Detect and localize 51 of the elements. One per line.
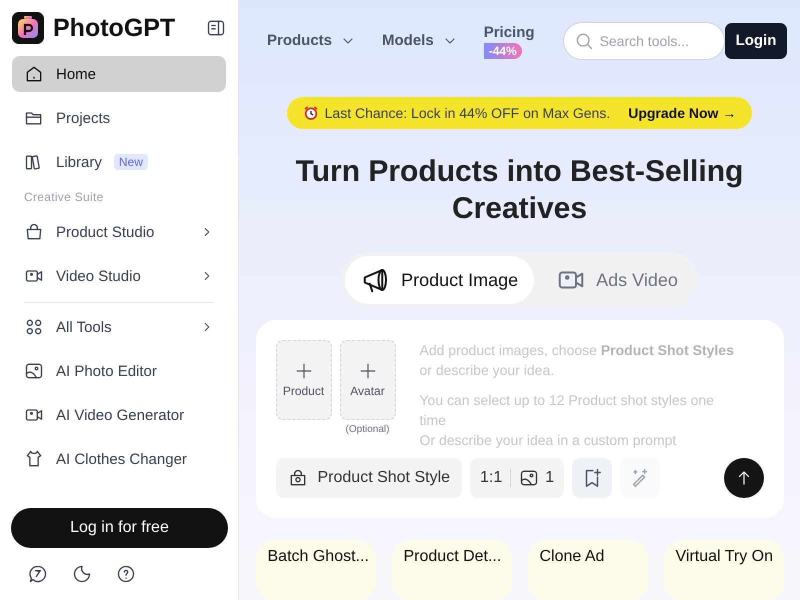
- hero-title: Turn Products into Best-Selling Creatives: [294, 154, 744, 228]
- section-title: Creative Suite: [23, 189, 105, 206]
- brand-name: PhotoGPT: [53, 14, 176, 42]
- sidebar-toggle-icon[interactable]: [206, 18, 226, 38]
- moon-icon[interactable]: [72, 564, 92, 584]
- grid-icon: [24, 317, 44, 337]
- feature-card[interactable]: Batch Ghost...: [256, 540, 376, 600]
- sidebar-item[interactable]: AI Photo Editor: [12, 353, 226, 389]
- nav-menu[interactable]: Products: [267, 32, 356, 50]
- sidebar-item[interactable]: Video Studio: [12, 258, 226, 294]
- upgrade-link[interactable]: Upgrade Now →: [628, 105, 736, 122]
- placeholder-text: You can select up to 12 Product shot styles one time: [420, 391, 715, 430]
- photo-icon: [519, 468, 540, 488]
- feature-card[interactable]: Virtual Try On: [664, 540, 784, 600]
- tool-button[interactable]: [572, 458, 612, 498]
- app-logo-icon: [12, 12, 44, 44]
- search-field[interactable]: Search tools...: [562, 22, 725, 60]
- alarm-clock-icon: [302, 105, 319, 122]
- help-icon[interactable]: [116, 564, 136, 584]
- sidebar-item[interactable]: Home: [12, 56, 226, 92]
- ratio-selector[interactable]: 1:1: [480, 469, 502, 488]
- optional-note: (Optional): [346, 424, 390, 436]
- sidebar-item[interactable]: AI Video Generator: [12, 397, 226, 433]
- nav-link[interactable]: Pricing: [484, 24, 535, 42]
- sidebar-item[interactable]: AI Clothes Changer: [12, 441, 226, 477]
- login-for-free-button[interactable]: Log in for free: [11, 508, 228, 548]
- shirt-icon: [24, 449, 44, 469]
- plus-icon: [294, 362, 312, 380]
- plus-icon: [358, 362, 376, 380]
- sidebar-item[interactable]: Product Studio: [12, 214, 226, 250]
- placeholder-text: Add product images, choose Product Shot Styles or describe your idea.: [420, 341, 735, 380]
- promo-text: Last Chance: Lock in 44% OFF on Max Gens.: [324, 105, 610, 122]
- style-button[interactable]: Product Shot Style: [276, 458, 462, 498]
- feature-card[interactable]: Clone Ad: [528, 540, 648, 600]
- photo-icon: [24, 361, 44, 381]
- count-selector[interactable]: 1: [519, 468, 554, 488]
- upload-slot[interactable]: Product: [276, 340, 332, 420]
- home-icon: [24, 64, 44, 84]
- sidebar-item[interactable]: All Tools: [12, 309, 226, 345]
- placeholder-text: Or describe your idea in a custom prompt: [420, 431, 678, 450]
- sidebar-item[interactable]: Projects: [12, 100, 226, 136]
- discount-badge: -44%: [484, 43, 522, 60]
- send-button[interactable]: [724, 458, 764, 498]
- upload-slot[interactable]: Avatar: [340, 340, 396, 420]
- login-button[interactable]: Login: [724, 22, 788, 59]
- feature-card[interactable]: Product Det...: [392, 540, 512, 600]
- mode-tab[interactable]: Ads Video: [540, 256, 694, 304]
- sidebar-item[interactable]: Library New: [12, 144, 226, 180]
- new-badge: New: [114, 154, 148, 170]
- mode-tab[interactable]: Product Image: [345, 256, 534, 304]
- nav-menu[interactable]: Models: [382, 32, 458, 50]
